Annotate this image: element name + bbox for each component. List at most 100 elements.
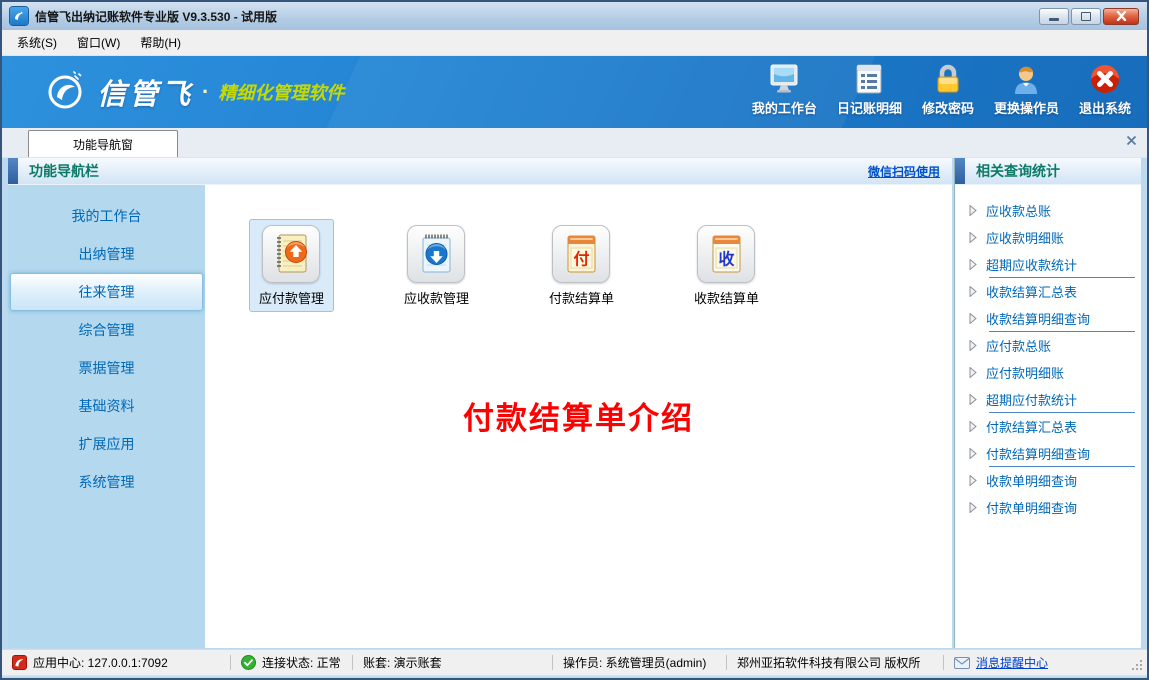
nav-panel-title: 功能导航栏 <box>29 161 99 181</box>
triangle-bullet-icon <box>969 232 977 243</box>
tab-function-nav[interactable]: 功能导航窗 <box>28 130 178 157</box>
toolbar-my-workspace[interactable]: 我的工作台 <box>752 61 817 117</box>
sidebar-item-my-workspace[interactable]: 我的工作台 <box>10 197 203 235</box>
brand-name: 信管飞 <box>97 71 193 113</box>
module-label: 收款结算单 <box>694 288 759 307</box>
triangle-bullet-icon <box>969 421 977 432</box>
receipt-doc-icon[interactable]: 收 <box>697 225 755 283</box>
module-grid: 应付款管理 <box>205 185 952 312</box>
payment-doc-icon[interactable]: 付 <box>552 225 610 283</box>
app-window: 信管飞出纳记账软件专业版 V9.3.530 - 试用版 系统(S) 窗口(W) … <box>0 0 1149 680</box>
nav-main-body: 我的工作台 出纳管理 往来管理 综合管理 票据管理 基础资料 扩展应用 系统管理 <box>8 185 952 648</box>
module-receipt-settlement[interactable]: 收 收款结算单 <box>654 219 799 312</box>
app-center-logo-icon <box>12 655 27 670</box>
brand-logo-icon <box>44 68 88 117</box>
triangle-bullet-icon <box>969 313 977 324</box>
window-frame-bottom <box>2 675 1147 680</box>
query-item-receivable-detail[interactable]: 应收款明细账 <box>955 224 1141 251</box>
module-label: 付款结算单 <box>549 288 614 307</box>
sidebar-item-extended-apps[interactable]: 扩展应用 <box>10 425 203 463</box>
brand-separator: · <box>202 79 209 105</box>
triangle-bullet-icon <box>969 475 977 486</box>
triangle-bullet-icon <box>969 259 977 270</box>
sidebar-item-comprehensive-mgmt[interactable]: 综合管理 <box>10 311 203 349</box>
close-icon[interactable] <box>1103 8 1139 25</box>
status-copyright: 郑州亚拓软件科技有限公司 版权所 <box>727 654 943 671</box>
menu-system[interactable]: 系统(S) <box>8 31 66 54</box>
workspace: 功能导航窗 功能导航栏 微信扫码使用 我的工作台 出纳管理 往来管理 <box>2 128 1147 649</box>
query-item-overdue-receivable-stats[interactable]: 超期应收款统计 <box>955 251 1141 278</box>
banner-toolbar: 我的工作台 日记账明细 <box>752 61 1131 124</box>
query-item-receipt-doc-detail[interactable]: 收款单明细查询 <box>955 467 1141 494</box>
exit-icon <box>1089 61 1121 95</box>
query-item-receipt-settle-detail[interactable]: 收款结算明细查询 <box>955 305 1141 332</box>
toolbar-change-password[interactable]: 修改密码 <box>922 61 974 117</box>
tabstrip: 功能导航窗 <box>2 128 1147 158</box>
tab-close-icon[interactable] <box>1126 135 1137 146</box>
module-payable-mgmt[interactable]: 应付款管理 <box>219 219 364 312</box>
main-content: 应付款管理 <box>205 185 952 648</box>
header-accent-bar <box>8 158 18 184</box>
module-receivable-mgmt[interactable]: 应收款管理 <box>364 219 509 312</box>
query-panel-title: 相关查询统计 <box>976 161 1060 181</box>
module-payment-settlement[interactable]: 付 付款结算单 <box>509 219 654 312</box>
resize-grip[interactable] <box>1131 659 1144 672</box>
envelope-icon <box>954 657 970 669</box>
minimize-icon[interactable] <box>1039 8 1069 25</box>
query-panel: 相关查询统计 应收款总账 应收款明细账 超期应收款统计 收款结算汇总表 收款结算… <box>954 158 1141 648</box>
function-nav-sidebar: 我的工作台 出纳管理 往来管理 综合管理 票据管理 基础资料 扩展应用 系统管理 <box>8 185 205 648</box>
status-connection: 连接状态: 正常 <box>231 654 352 671</box>
titlebar: 信管飞出纳记账软件专业版 V9.3.530 - 试用版 <box>2 2 1147 30</box>
triangle-bullet-icon <box>969 502 977 513</box>
status-app-center: 应用中心: 127.0.0.1:7092 <box>2 654 230 671</box>
query-item-receivable-ledger[interactable]: 应收款总账 <box>955 197 1141 224</box>
triangle-bullet-icon <box>969 286 977 297</box>
message-center-link[interactable]: 消息提醒中心 <box>976 654 1048 671</box>
toolbar-exit-system[interactable]: 退出系统 <box>1079 61 1131 117</box>
receivable-notebook-icon[interactable] <box>407 225 465 283</box>
triangle-bullet-icon <box>969 340 977 351</box>
module-label: 应付款管理 <box>259 288 324 307</box>
toolbar-journal-detail[interactable]: 日记账明细 <box>837 61 902 117</box>
window-controls <box>1039 8 1139 25</box>
menu-window[interactable]: 窗口(W) <box>68 31 129 54</box>
journal-icon <box>854 61 884 95</box>
tab-label: 功能导航窗 <box>73 136 133 153</box>
query-item-overdue-payable-stats[interactable]: 超期应付款统计 <box>955 386 1141 413</box>
status-account-set: 账套: 演示账套 <box>353 654 552 671</box>
sidebar-item-bill-mgmt[interactable]: 票据管理 <box>10 349 203 387</box>
lock-icon <box>934 61 962 95</box>
banner: 信管飞 · 精细化管理软件 我的工作台 <box>2 56 1147 128</box>
window-title: 信管飞出纳记账软件专业版 V9.3.530 - 试用版 <box>35 8 277 25</box>
sidebar-item-cashier-mgmt[interactable]: 出纳管理 <box>10 235 203 273</box>
triangle-bullet-icon <box>969 205 977 216</box>
query-item-payment-settle-summary[interactable]: 付款结算汇总表 <box>955 413 1141 440</box>
menu-help[interactable]: 帮助(H) <box>131 31 190 54</box>
query-item-receipt-settle-summary[interactable]: 收款结算汇总表 <box>955 278 1141 305</box>
restore-icon[interactable] <box>1071 8 1101 25</box>
payable-notebook-icon[interactable] <box>262 225 320 283</box>
nav-main-group: 功能导航栏 微信扫码使用 我的工作台 出纳管理 往来管理 综合管理 票据管理 基… <box>8 158 952 648</box>
brand: 信管飞 · 精细化管理软件 <box>44 68 344 117</box>
triangle-bullet-icon <box>969 367 977 378</box>
query-item-payment-doc-detail[interactable]: 付款单明细查询 <box>955 494 1141 521</box>
user-icon <box>1011 61 1041 95</box>
sidebar-item-system-mgmt[interactable]: 系统管理 <box>10 463 203 501</box>
query-item-payable-ledger[interactable]: 应付款总账 <box>955 332 1141 359</box>
connection-ok-icon <box>241 655 256 670</box>
query-panel-header: 相关查询统计 <box>955 158 1141 185</box>
query-item-payment-settle-detail[interactable]: 付款结算明细查询 <box>955 440 1141 467</box>
header-accent-bar <box>955 158 965 184</box>
statusbar: 应用中心: 127.0.0.1:7092 连接状态: 正常 账套: 演示账套 操… <box>2 649 1147 675</box>
sidebar-item-contact-mgmt[interactable]: 往来管理 <box>10 273 203 311</box>
app-logo-icon <box>10 7 28 25</box>
brand-slogan: 精细化管理软件 <box>218 79 344 105</box>
panels: 功能导航栏 微信扫码使用 我的工作台 出纳管理 往来管理 综合管理 票据管理 基… <box>8 158 1141 648</box>
wechat-scan-link[interactable]: 微信扫码使用 <box>868 163 940 180</box>
nav-panel-header: 功能导航栏 微信扫码使用 <box>8 158 952 185</box>
query-list: 应收款总账 应收款明细账 超期应收款统计 收款结算汇总表 收款结算明细查询 应付… <box>955 185 1141 648</box>
sidebar-item-basic-data[interactable]: 基础资料 <box>10 387 203 425</box>
toolbar-switch-operator[interactable]: 更换操作员 <box>994 61 1059 117</box>
menubar: 系统(S) 窗口(W) 帮助(H) <box>2 30 1147 56</box>
query-item-payable-detail[interactable]: 应付款明细账 <box>955 359 1141 386</box>
